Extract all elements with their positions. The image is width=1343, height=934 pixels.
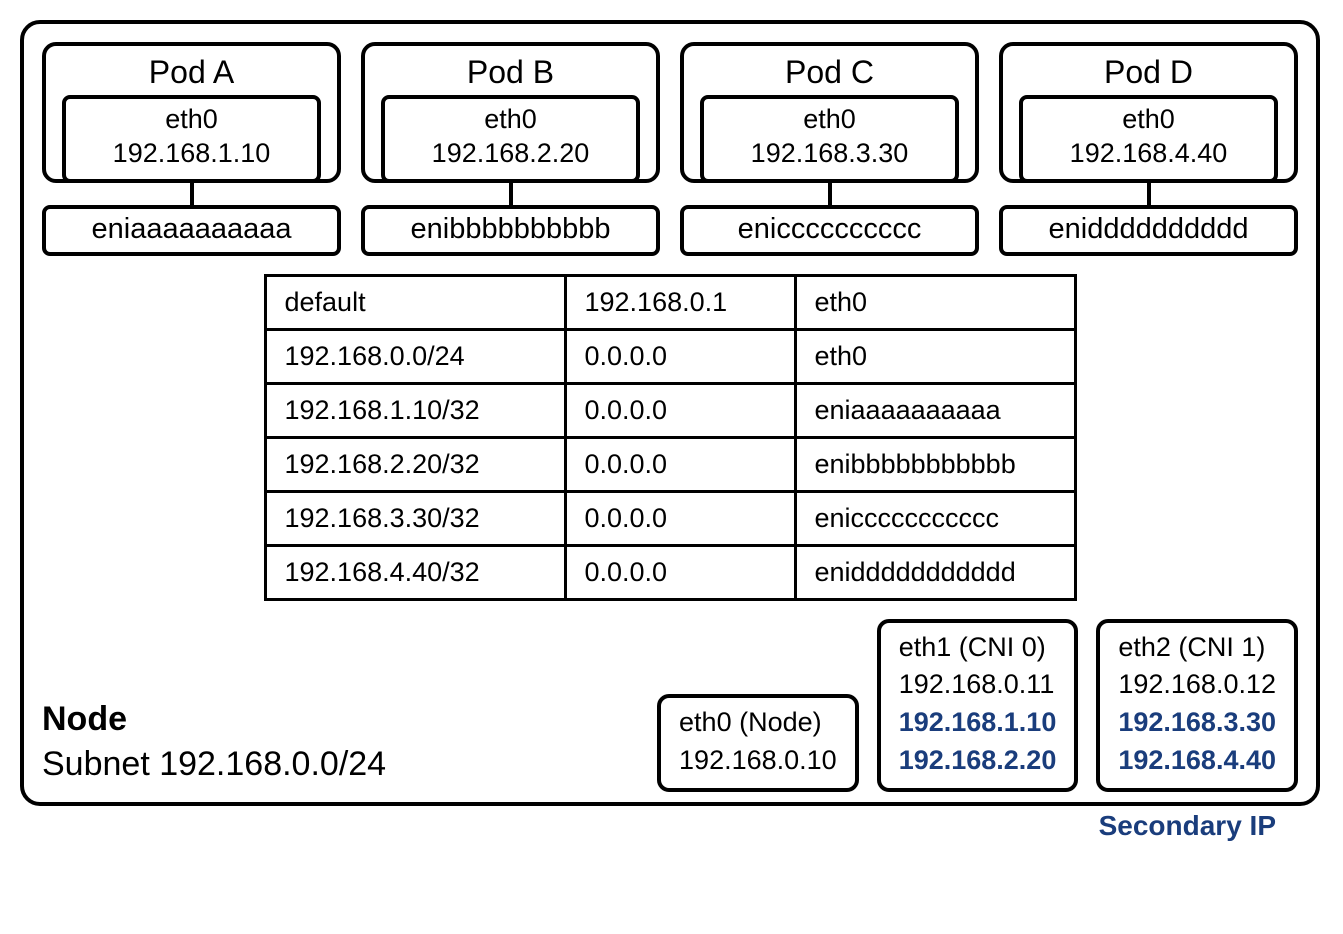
pod-title: Pod A bbox=[58, 54, 325, 91]
table-row: 192.168.1.10/32 0.0.0.0 eniaaaaaaaaaa bbox=[265, 383, 1075, 437]
iface-label: eth0 (Node) bbox=[679, 704, 837, 742]
route-dev: eniaaaaaaaaaa bbox=[795, 383, 1075, 437]
route-dest: 192.168.2.20/32 bbox=[265, 437, 565, 491]
secondary-ip: 192.168.1.10 bbox=[899, 704, 1057, 742]
route-dev: eth0 bbox=[795, 329, 1075, 383]
pod-eth-box: eth0 192.168.4.40 bbox=[1019, 95, 1278, 183]
route-dev: enibbbbbbbbbbb bbox=[795, 437, 1075, 491]
eni-box: enicccccccccc bbox=[680, 205, 979, 256]
table-row: 192.168.0.0/24 0.0.0.0 eth0 bbox=[265, 329, 1075, 383]
pod-iface: eth0 bbox=[1031, 103, 1266, 137]
route-dest: default bbox=[265, 275, 565, 329]
node-title: Node bbox=[42, 700, 127, 738]
pod-iface: eth0 bbox=[712, 103, 947, 137]
route-dev: eniccccccccccc bbox=[795, 491, 1075, 545]
pod-ip: 192.168.4.40 bbox=[1031, 137, 1266, 171]
pod-box-d: Pod D eth0 192.168.4.40 bbox=[999, 42, 1298, 183]
eni-box: enibbbbbbbbbb bbox=[361, 205, 660, 256]
route-gw: 0.0.0.0 bbox=[565, 545, 795, 599]
route-dev: eniddddddddddd bbox=[795, 545, 1075, 599]
pod-box-a: Pod A eth0 192.168.1.10 bbox=[42, 42, 341, 183]
table-row: default 192.168.0.1 eth0 bbox=[265, 275, 1075, 329]
iface-eth2: eth2 (CNI 1) 192.168.0.12 192.168.3.30 1… bbox=[1096, 619, 1298, 792]
route-gw: 192.168.0.1 bbox=[565, 275, 795, 329]
iface-eth1: eth1 (CNI 0) 192.168.0.11 192.168.1.10 1… bbox=[877, 619, 1079, 792]
route-gw: 0.0.0.0 bbox=[565, 437, 795, 491]
pods-row: Pod A eth0 192.168.1.10 eniaaaaaaaaaa Po… bbox=[42, 42, 1298, 256]
iface-ip: 192.168.0.11 bbox=[899, 666, 1057, 704]
pod-ip: 192.168.3.30 bbox=[712, 137, 947, 171]
node-label: Node Subnet 192.168.0.0/24 bbox=[42, 697, 386, 791]
route-dev: eth0 bbox=[795, 275, 1075, 329]
route-dest: 192.168.4.40/32 bbox=[265, 545, 565, 599]
pod-column: Pod D eth0 192.168.4.40 enidddddddddd bbox=[999, 42, 1298, 256]
secondary-ip: 192.168.3.30 bbox=[1118, 704, 1276, 742]
route-gw: 0.0.0.0 bbox=[565, 329, 795, 383]
pod-eth-box: eth0 192.168.3.30 bbox=[700, 95, 959, 183]
pod-column: Pod A eth0 192.168.1.10 eniaaaaaaaaaa bbox=[42, 42, 341, 256]
pod-title: Pod D bbox=[1015, 54, 1282, 91]
route-table: default 192.168.0.1 eth0 192.168.0.0/24 … bbox=[264, 274, 1077, 601]
connector-line bbox=[509, 183, 513, 205]
route-dest: 192.168.0.0/24 bbox=[265, 329, 565, 383]
route-dest: 192.168.3.30/32 bbox=[265, 491, 565, 545]
iface-ip: 192.168.0.10 bbox=[679, 742, 837, 780]
secondary-ip: 192.168.4.40 bbox=[1118, 742, 1276, 780]
secondary-ip: 192.168.2.20 bbox=[899, 742, 1057, 780]
iface-eth0: eth0 (Node) 192.168.0.10 bbox=[657, 694, 859, 792]
route-dest: 192.168.1.10/32 bbox=[265, 383, 565, 437]
connector-line bbox=[828, 183, 832, 205]
iface-ip: 192.168.0.12 bbox=[1118, 666, 1276, 704]
pod-ip: 192.168.1.10 bbox=[74, 137, 309, 171]
route-gw: 0.0.0.0 bbox=[565, 383, 795, 437]
node-container: Pod A eth0 192.168.1.10 eniaaaaaaaaaa Po… bbox=[20, 20, 1320, 806]
pod-iface: eth0 bbox=[393, 103, 628, 137]
eni-box: enidddddddddd bbox=[999, 205, 1298, 256]
table-row: 192.168.2.20/32 0.0.0.0 enibbbbbbbbbbb bbox=[265, 437, 1075, 491]
pod-column: Pod C eth0 192.168.3.30 enicccccccccc bbox=[680, 42, 979, 256]
table-row: 192.168.3.30/32 0.0.0.0 eniccccccccccc bbox=[265, 491, 1075, 545]
iface-label: eth1 (CNI 0) bbox=[899, 629, 1057, 667]
route-gw: 0.0.0.0 bbox=[565, 491, 795, 545]
iface-label: eth2 (CNI 1) bbox=[1118, 629, 1276, 667]
pod-column: Pod B eth0 192.168.2.20 enibbbbbbbbbb bbox=[361, 42, 660, 256]
table-row: 192.168.4.40/32 0.0.0.0 eniddddddddddd bbox=[265, 545, 1075, 599]
connector-line bbox=[190, 183, 194, 205]
pod-box-c: Pod C eth0 192.168.3.30 bbox=[680, 42, 979, 183]
pod-box-b: Pod B eth0 192.168.2.20 bbox=[361, 42, 660, 183]
pod-title: Pod C bbox=[696, 54, 963, 91]
pod-ip: 192.168.2.20 bbox=[393, 137, 628, 171]
connector-line bbox=[1147, 183, 1151, 205]
secondary-ip-label: Secondary IP bbox=[1099, 810, 1276, 842]
eni-box: eniaaaaaaaaaa bbox=[42, 205, 341, 256]
bottom-row: Node Subnet 192.168.0.0/24 eth0 (Node) 1… bbox=[42, 619, 1298, 792]
pod-eth-box: eth0 192.168.1.10 bbox=[62, 95, 321, 183]
node-subnet: Subnet 192.168.0.0/24 bbox=[42, 745, 386, 783]
pod-iface: eth0 bbox=[74, 103, 309, 137]
pod-title: Pod B bbox=[377, 54, 644, 91]
pod-eth-box: eth0 192.168.2.20 bbox=[381, 95, 640, 183]
